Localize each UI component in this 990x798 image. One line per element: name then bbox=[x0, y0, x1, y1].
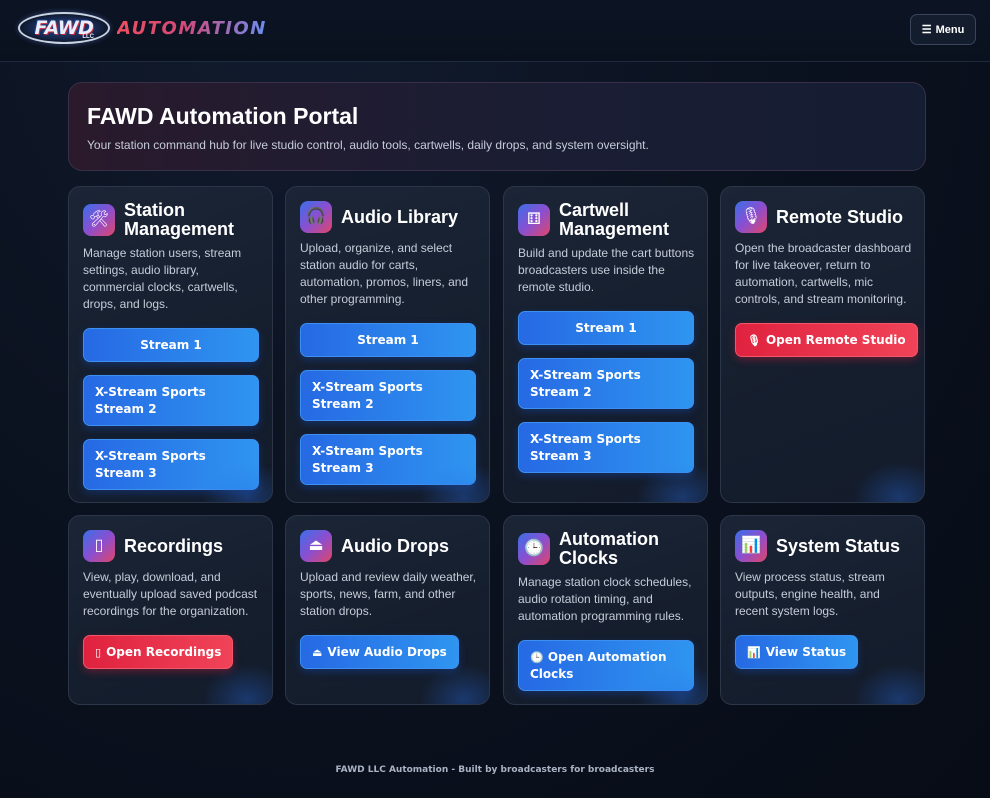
open-remote-studio-button[interactable]: 🎙 Open Remote Studio bbox=[735, 323, 918, 357]
brand-wordmark: AUTOMATION bbox=[117, 18, 267, 39]
card-description: Build and update the cart buttons broadc… bbox=[518, 246, 695, 294]
button-label: Open Remote Studio bbox=[765, 333, 906, 347]
view-audio-drops-button[interactable]: ⏏ View Audio Drops bbox=[300, 635, 459, 669]
card-title-line1: Cartwell bbox=[559, 200, 630, 220]
station-stream-2-button[interactable]: X-Stream Sports Stream 2 bbox=[83, 375, 259, 426]
station-stream-1-button[interactable]: Stream 1 bbox=[83, 328, 259, 362]
menu-button[interactable]: ☰ Menu bbox=[910, 14, 976, 45]
view-status-button[interactable]: 📊 View Status bbox=[735, 635, 859, 669]
card-system-status: 📊 System Status View process status, str… bbox=[720, 515, 925, 705]
recorder-icon: ▯ bbox=[95, 645, 102, 659]
cartwell-stream-2-button[interactable]: X-Stream Sports Stream 2 bbox=[518, 358, 694, 409]
tools-icon: 🛠 bbox=[83, 204, 115, 236]
menu-label: Menu bbox=[935, 23, 965, 36]
card-description: Manage station users, stream settings, a… bbox=[83, 246, 242, 311]
card-title-line1: Automation bbox=[559, 529, 659, 549]
drop-icon: ⏏ bbox=[300, 530, 332, 562]
card-title: Audio Library bbox=[341, 206, 459, 227]
card-cartwell-management: ⚅ Cartwell Management Build and update t… bbox=[503, 186, 708, 503]
top-bar: FAWD LLC AUTOMATION ☰ Menu bbox=[0, 0, 990, 62]
recorder-icon: ▯ bbox=[83, 530, 115, 562]
card-description: View process status, stream outputs, eng… bbox=[735, 570, 885, 618]
portal-hero: FAWD Automation Portal Your station comm… bbox=[68, 82, 926, 171]
card-title: System Status bbox=[776, 535, 901, 556]
card-description: Open the broadcaster dashboard for live … bbox=[735, 241, 912, 306]
library-stream-2-button[interactable]: X-Stream Sports Stream 2 bbox=[300, 370, 476, 421]
open-recordings-button[interactable]: ▯ Open Recordings bbox=[83, 635, 234, 669]
card-title-line2: Management bbox=[124, 219, 235, 239]
card-audio-library: 🎧 Audio Library Upload, organize, and se… bbox=[285, 186, 490, 503]
chart-icon: 📊 bbox=[747, 645, 761, 659]
card-remote-studio: 🎙 Remote Studio Open the broadcaster das… bbox=[720, 186, 925, 503]
card-description: Manage station clock schedules, audio ro… bbox=[518, 575, 692, 623]
card-description: View, play, download, and eventually upl… bbox=[83, 570, 258, 618]
card-title: Station Management bbox=[124, 201, 234, 239]
logo-llc: LLC bbox=[82, 34, 94, 40]
logo-text: FAWD bbox=[34, 17, 94, 39]
card-title-line2: Management bbox=[559, 219, 670, 239]
card-title: Audio Drops bbox=[341, 535, 449, 556]
card-title: Recordings bbox=[124, 535, 224, 556]
drop-icon: ⏏ bbox=[312, 645, 323, 659]
cartwell-stream-3-button[interactable]: X-Stream Sports Stream 3 bbox=[518, 422, 694, 473]
chart-icon: 📊 bbox=[735, 530, 767, 562]
button-label: Open Automation Clocks bbox=[530, 650, 667, 681]
open-automation-clocks-button[interactable]: 🕒 Open Automation Clocks bbox=[518, 640, 694, 691]
card-title-line2: Clocks bbox=[559, 548, 619, 568]
cartwell-stream-1-button[interactable]: Stream 1 bbox=[518, 311, 694, 345]
library-stream-1-button[interactable]: Stream 1 bbox=[300, 323, 476, 357]
button-label: View Status bbox=[765, 645, 847, 659]
headphones-icon: 🎧 bbox=[300, 201, 332, 233]
microphone-icon: 🎙 bbox=[747, 333, 761, 347]
card-automation-clocks: 🕒 Automation Clocks Manage station clock… bbox=[503, 515, 708, 705]
card-title: Automation Clocks bbox=[559, 530, 659, 568]
card-title: Cartwell Management bbox=[559, 201, 669, 239]
hamburger-icon: ☰ bbox=[921, 24, 932, 36]
library-stream-3-button[interactable]: X-Stream Sports Stream 3 bbox=[300, 434, 476, 485]
station-stream-3-button[interactable]: X-Stream Sports Stream 3 bbox=[83, 439, 259, 490]
card-audio-drops: ⏏ Audio Drops Upload and review daily we… bbox=[285, 515, 490, 705]
fawd-logo[interactable]: FAWD LLC bbox=[18, 12, 110, 44]
button-label: View Audio Drops bbox=[327, 645, 447, 659]
card-station-management: 🛠 Station Management Manage station user… bbox=[68, 186, 273, 503]
button-label: Open Recordings bbox=[106, 645, 222, 659]
dice-icon: ⚅ bbox=[518, 204, 550, 236]
card-description: Upload, organize, and select station aud… bbox=[300, 241, 469, 306]
page-title: FAWD Automation Portal bbox=[87, 103, 359, 129]
footer: FAWD LLC Automation - Built by broadcast… bbox=[335, 765, 655, 775]
page-subtitle: Your station command hub for live studio… bbox=[87, 138, 649, 152]
clock-icon: 🕒 bbox=[530, 651, 544, 664]
card-recordings: ▯ Recordings View, play, download, and e… bbox=[68, 515, 273, 705]
card-description: Upload and review daily weather, sports,… bbox=[300, 570, 477, 618]
card-title-line1: Station bbox=[124, 200, 185, 220]
card-title: Remote Studio bbox=[776, 206, 904, 227]
clock-icon: 🕒 bbox=[518, 533, 550, 565]
microphone-icon: 🎙 bbox=[735, 201, 767, 233]
